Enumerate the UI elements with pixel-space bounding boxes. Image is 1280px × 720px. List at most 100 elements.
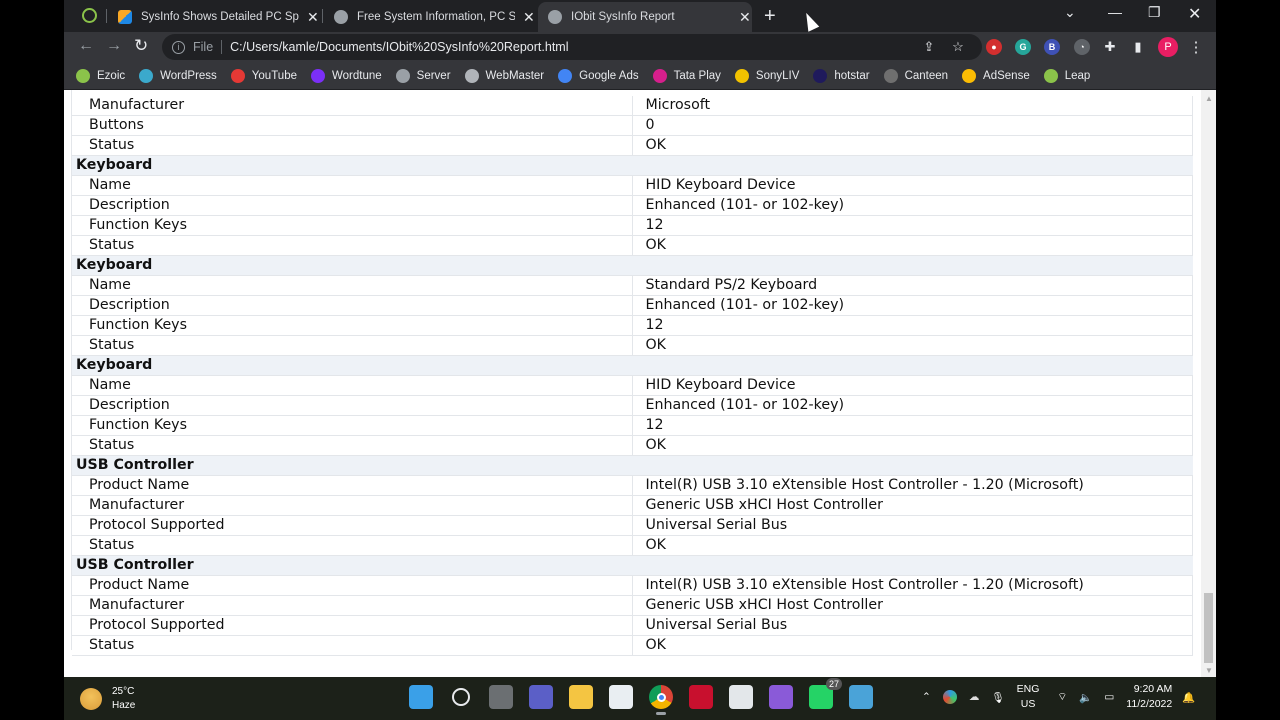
new-tab-button[interactable]: + xyxy=(764,5,776,28)
property-name: Status xyxy=(72,635,633,657)
extension-gray-icon[interactable]: ◔ xyxy=(1074,39,1090,55)
taskbar-remote-desktop-icon[interactable] xyxy=(849,685,873,709)
forward-button[interactable]: → xyxy=(106,37,122,55)
tab-sysinfo[interactable]: SysInfo Shows Detailed PC Specs ✕ xyxy=(116,2,321,32)
taskbar-chrome-icon[interactable] xyxy=(649,685,673,715)
onedrive-cloud-icon[interactable]: ☁ xyxy=(969,691,980,703)
battery-icon[interactable]: ▭ xyxy=(1104,691,1114,703)
property-value: OK xyxy=(632,135,1193,157)
share-icon[interactable]: ⇪ xyxy=(921,39,937,55)
vertical-scrollbar[interactable]: ▲ ▼ xyxy=(1201,90,1216,677)
bookmark-label: Leap xyxy=(1064,69,1091,82)
property-value: Universal Serial Bus xyxy=(632,615,1193,637)
scroll-down-arrow-icon[interactable]: ▼ xyxy=(1205,666,1213,675)
url-text[interactable]: C:/Users/kamle/Documents/IObit%20SysInfo… xyxy=(230,40,568,54)
table-row: Status OK xyxy=(72,235,1193,257)
bookmark-adsense[interactable]: AdSense xyxy=(962,68,1030,83)
extensions-puzzle-icon[interactable]: ✚ xyxy=(1102,39,1118,55)
profile-avatar[interactable]: P xyxy=(1158,37,1178,57)
table-row: Function Keys 12 xyxy=(72,415,1193,437)
bookmark-google-ads[interactable]: Google Ads xyxy=(558,68,639,83)
bookmark-hotstar[interactable]: hotstar xyxy=(813,68,870,83)
taskbar-search-icon[interactable] xyxy=(452,688,470,706)
clock[interactable]: 9:20 AM 11/2/2022 xyxy=(1126,682,1172,712)
bookmark-star-icon[interactable]: ☆ xyxy=(950,39,966,55)
volume-icon[interactable]: 🔈 xyxy=(1079,691,1092,704)
extension-red-icon[interactable]: ● xyxy=(986,39,1002,55)
taskbar-notepad-icon[interactable] xyxy=(729,685,753,709)
tab-iobit-sysinfo-report[interactable]: IObit SysInfo Report ✕ xyxy=(538,2,752,32)
edge-icon[interactable] xyxy=(942,690,957,704)
wifi-icon[interactable]: ⌔ xyxy=(1057,690,1067,704)
bookmark-youtube[interactable]: YouTube xyxy=(230,68,297,83)
back-button[interactable]: ← xyxy=(78,37,94,55)
section-title: USB Controller xyxy=(72,555,1193,577)
bookmark-ezoic[interactable]: Ezoic xyxy=(76,68,125,83)
address-bar[interactable]: i File C:/Users/kamle/Documents/IObit%20… xyxy=(162,34,982,60)
scrollbar-thumb[interactable] xyxy=(1204,593,1213,663)
bookmark-canteen[interactable]: Canteen xyxy=(883,68,948,83)
grammarly-icon[interactable]: G xyxy=(1015,39,1031,55)
property-name: Status xyxy=(72,535,633,557)
property-name: Manufacturer xyxy=(72,96,633,117)
weather-temperature: 25°C xyxy=(112,686,135,697)
globe-icon xyxy=(548,10,562,24)
tab-search-icon[interactable] xyxy=(82,8,97,23)
section-header-row: USB Controller xyxy=(72,555,1193,577)
section-header-row: Keyboard xyxy=(72,355,1193,377)
bookmark-wordpress[interactable]: WordPress xyxy=(139,68,217,83)
hotstar-icon xyxy=(813,68,828,83)
taskbar-microsoft-store-icon[interactable] xyxy=(609,685,633,709)
taskbar-whatsapp-icon[interactable]: 27 xyxy=(809,678,842,709)
microphone-icon[interactable]: 🎙 xyxy=(991,691,1004,704)
tab-search-dropdown-icon[interactable]: ⌄ xyxy=(1064,4,1076,21)
taskbar-clipchamp-icon[interactable] xyxy=(769,685,793,709)
taskbar-task-view-icon[interactable] xyxy=(489,685,513,709)
clock-date: 11/2/2022 xyxy=(1126,698,1173,710)
reload-button[interactable]: ↻ xyxy=(134,36,148,56)
taskbar-start-icon[interactable] xyxy=(409,685,433,709)
taskbar-huawei-icon[interactable] xyxy=(689,685,713,709)
table-row: Manufacturer Generic USB xHCI Host Contro… xyxy=(72,495,1193,517)
input-language-indicator[interactable]: ENG US xyxy=(1017,682,1040,712)
section-title: Keyboard xyxy=(72,355,1193,377)
extension-blue-icon[interactable]: B xyxy=(1044,39,1060,55)
taskbar-teams-chat-icon[interactable] xyxy=(529,685,553,709)
bookmark-wordtune[interactable]: Wordtune xyxy=(311,68,382,83)
bookmark-tata-play[interactable]: Tata Play xyxy=(652,68,721,83)
restore-button[interactable]: ❐ xyxy=(1148,4,1161,21)
bookmark-server[interactable]: Server xyxy=(395,68,451,83)
notifications-bell-icon[interactable]: 🔔 xyxy=(1182,691,1195,704)
table-row: Function Keys 12 xyxy=(72,315,1193,337)
google-ads-icon xyxy=(558,68,573,83)
webmaster-icon xyxy=(464,68,479,83)
table-row: Name Standard PS/2 Keyboard xyxy=(72,275,1193,297)
tab-strip: SysInfo Shows Detailed PC Specs ✕ Free S… xyxy=(64,0,1216,32)
bookmark-leap[interactable]: Leap xyxy=(1043,68,1091,83)
tab-title: IObit SysInfo Report xyxy=(571,11,675,23)
close-tab-icon[interactable]: ✕ xyxy=(307,9,319,26)
close-window-button[interactable]: ✕ xyxy=(1188,4,1201,24)
taskbar-file-explorer-icon[interactable] xyxy=(569,685,593,709)
bookmark-webmaster[interactable]: WebMaster xyxy=(464,68,544,83)
table-row: Status OK xyxy=(72,435,1193,457)
table-row: Description Enhanced (101- or 102-key) xyxy=(72,395,1193,417)
close-tab-icon[interactable]: ✕ xyxy=(523,9,535,26)
table-row: Manufacturer Generic USB xHCI Host Contro… xyxy=(72,595,1193,617)
property-value: OK xyxy=(632,635,1193,657)
property-value: Enhanced (101- or 102-key) xyxy=(632,395,1193,417)
ezoic-icon xyxy=(76,68,90,83)
scroll-up-arrow-icon[interactable]: ▲ xyxy=(1205,94,1213,103)
bookmark-sonyliv[interactable]: SonyLIV xyxy=(734,68,799,83)
property-name: Status xyxy=(72,135,633,157)
menu-kebab-icon[interactable]: ⋮ xyxy=(1188,39,1204,56)
property-value: Enhanced (101- or 102-key) xyxy=(632,195,1193,217)
table-row: Status OK xyxy=(72,335,1193,357)
tab-free-system-info[interactable]: Free System Information, PC Spe ✕ xyxy=(332,2,537,32)
site-info-icon[interactable]: i xyxy=(172,40,185,54)
weather-widget[interactable]: 25°C Haze xyxy=(80,685,135,713)
side-panel-icon[interactable]: ▮ xyxy=(1130,39,1146,55)
minimize-button[interactable]: — xyxy=(1108,4,1122,20)
close-tab-icon[interactable]: ✕ xyxy=(739,9,751,26)
show-hidden-icons-chevron-icon[interactable]: ⌃ xyxy=(922,691,931,703)
